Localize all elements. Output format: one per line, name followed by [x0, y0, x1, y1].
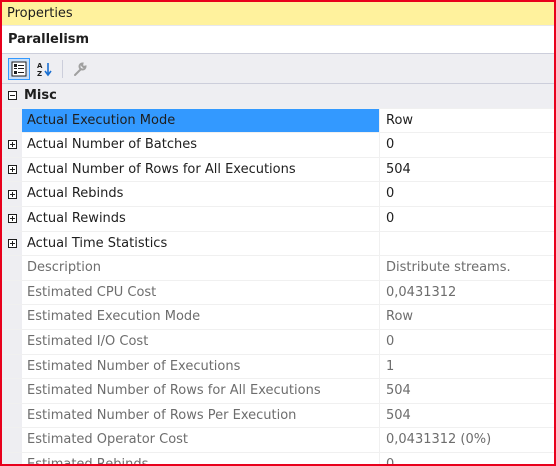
category-collapse-toggle[interactable]: [2, 84, 22, 108]
property-gutter: [2, 403, 22, 428]
property-row[interactable]: Actual Number of Batches 0: [2, 133, 554, 158]
categorized-icon: [11, 61, 27, 76]
property-name[interactable]: Actual Number of Batches: [22, 133, 380, 157]
property-value[interactable]: [380, 232, 554, 256]
property-gutter: [2, 329, 22, 354]
alphabetical-button[interactable]: A Z: [34, 58, 56, 80]
property-gutter: [2, 108, 22, 133]
plus-icon: [7, 238, 17, 248]
property-value[interactable]: 504: [380, 404, 554, 428]
property-name[interactable]: Actual Time Statistics: [22, 231, 380, 256]
property-name[interactable]: Estimated Execution Mode: [22, 305, 380, 329]
property-name[interactable]: Estimated CPU Cost: [22, 280, 380, 305]
property-value[interactable]: 0: [380, 453, 554, 464]
property-row[interactable]: Actual Rebinds 0: [2, 182, 554, 207]
property-gutter: [2, 452, 22, 464]
property-name[interactable]: Actual Number of Rows for All Executions: [22, 157, 380, 182]
categorized-button[interactable]: [8, 57, 30, 80]
plus-icon: [7, 165, 17, 175]
panel-title: Properties: [7, 6, 73, 21]
property-row[interactable]: Actual Rewinds 0: [2, 206, 554, 232]
property-row[interactable]: Actual Execution Mode Row: [2, 108, 554, 134]
property-expand-toggle[interactable]: [2, 206, 22, 231]
property-gutter: [2, 305, 22, 329]
property-gutter: [2, 280, 22, 305]
property-expand-toggle[interactable]: [2, 231, 22, 256]
property-row[interactable]: Estimated Execution Mode Row: [2, 305, 554, 330]
selected-object-name: Parallelism: [2, 26, 554, 54]
property-row[interactable]: Estimated Number of Rows Per Execution 50…: [2, 403, 554, 429]
property-gutter: [2, 428, 22, 452]
property-value[interactable]: Row: [380, 305, 554, 329]
property-row[interactable]: Estimated Number of Executions 1: [2, 354, 554, 380]
property-gutter: [2, 354, 22, 379]
property-row[interactable]: Estimated CPU Cost 0,0431312: [2, 280, 554, 306]
panel-title-bar[interactable]: Properties: [2, 2, 554, 26]
property-name[interactable]: Actual Rewinds: [22, 206, 380, 231]
property-value[interactable]: 0: [380, 207, 554, 231]
property-value[interactable]: 0: [380, 182, 554, 206]
property-row[interactable]: Actual Time Statistics: [2, 231, 554, 257]
property-name[interactable]: Estimated Number of Rows for All Executi…: [22, 379, 380, 403]
property-name[interactable]: Estimated Operator Cost: [22, 428, 380, 452]
property-row[interactable]: Estimated Operator Cost 0,0431312 (0%): [2, 428, 554, 453]
property-expand-toggle[interactable]: [2, 133, 22, 157]
property-expand-toggle[interactable]: [2, 157, 22, 182]
wrench-icon: [74, 61, 87, 76]
property-value[interactable]: 0,0431312 (0%): [380, 428, 554, 452]
toolbar-separator: [62, 59, 63, 78]
category-misc[interactable]: Misc: [2, 84, 554, 109]
svg-text:A: A: [37, 62, 43, 70]
property-value[interactable]: 0,0431312: [380, 281, 554, 305]
minus-icon: [7, 91, 17, 101]
property-name[interactable]: Actual Rebinds: [22, 182, 380, 206]
property-grid: Misc Actual Execution Mode Row Actual Numb…: [2, 84, 554, 464]
property-row[interactable]: Estimated Rebinds 0: [2, 452, 554, 464]
property-name[interactable]: Estimated I/O Cost: [22, 329, 380, 354]
property-row[interactable]: Estimated I/O Cost 0: [2, 329, 554, 355]
plus-icon: [7, 214, 17, 224]
property-gutter: [2, 379, 22, 403]
property-row[interactable]: Actual Number of Rows for All Executions…: [2, 157, 554, 183]
property-name[interactable]: Estimated Number of Rows Per Execution: [22, 403, 380, 428]
property-row[interactable]: Description Distribute streams.: [2, 256, 554, 281]
category-label: Misc: [24, 88, 57, 103]
property-expand-toggle[interactable]: [2, 182, 22, 206]
property-name[interactable]: Estimated Rebinds: [22, 452, 380, 464]
property-value[interactable]: 504: [380, 158, 554, 182]
properties-toolbar: A Z: [2, 54, 554, 84]
property-value[interactable]: 504: [380, 379, 554, 403]
plus-icon: [7, 189, 17, 199]
property-value[interactable]: Row: [380, 109, 554, 133]
svg-text:Z: Z: [37, 70, 42, 77]
property-value[interactable]: 0: [380, 330, 554, 354]
property-gutter: [2, 256, 22, 280]
property-name[interactable]: Description: [22, 256, 380, 280]
property-pages-button[interactable]: [69, 58, 91, 80]
alphabetical-icon: A Z: [37, 62, 52, 77]
property-value[interactable]: 0: [380, 133, 554, 157]
property-name[interactable]: Actual Execution Mode: [22, 108, 380, 133]
property-value[interactable]: 1: [380, 355, 554, 379]
property-value[interactable]: Distribute streams.: [380, 256, 554, 280]
plus-icon: [7, 140, 17, 150]
property-name[interactable]: Estimated Number of Executions: [22, 354, 380, 379]
properties-window: Properties Parallelism A Z Misc Actual E…: [0, 0, 556, 466]
property-row[interactable]: Estimated Number of Rows for All Executi…: [2, 379, 554, 404]
